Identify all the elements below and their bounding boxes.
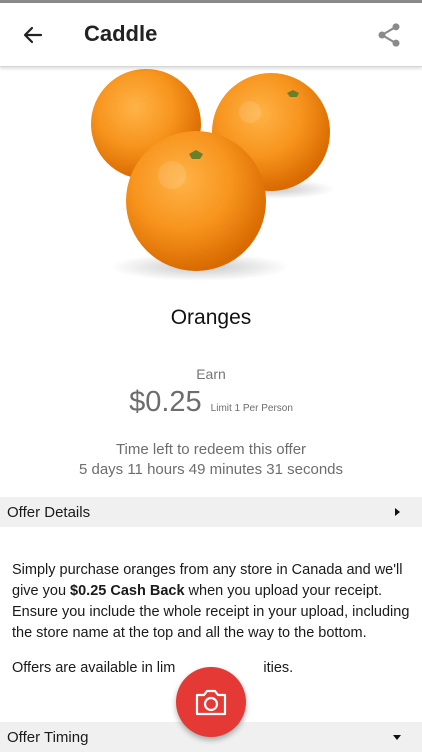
product-image [0,67,422,292]
offer-details-header[interactable]: Offer Details [0,497,422,527]
share-button[interactable] [370,16,408,54]
details-paragraph-1: Simply purchase oranges from any store i… [12,560,412,644]
caret-right-icon [392,497,402,527]
caret-down-icon [392,722,402,752]
upload-receipt-button[interactable] [176,667,246,737]
countdown-timer: 5 days 11 hours 49 minutes 31 seconds [78,461,344,478]
arrow-left-icon [23,26,43,44]
offer-details-label: Offer Details [7,503,91,521]
limit-text: Limit 1 Per Person [210,403,293,414]
offer-timing-label: Offer Timing [7,728,89,746]
app-bar: Caddle [0,3,422,67]
back-button[interactable] [14,16,52,54]
camera-icon [195,689,227,716]
time-left-label: Time left to redeem this offer [115,441,307,458]
product-name: Oranges [170,306,252,329]
reward-row: $0.25 Limit 1 Per Person [0,386,422,419]
share-icon [378,23,400,47]
details-text: ities. [263,660,294,676]
details-text: Offers are available in lim [12,660,176,676]
cash-back-amount: $0.25 Cash Back [70,583,185,599]
app-title: Caddle [84,21,158,46]
earn-label: Earn [196,366,226,382]
reward-amount: $0.25 [129,386,202,418]
oranges-photo [91,69,335,281]
